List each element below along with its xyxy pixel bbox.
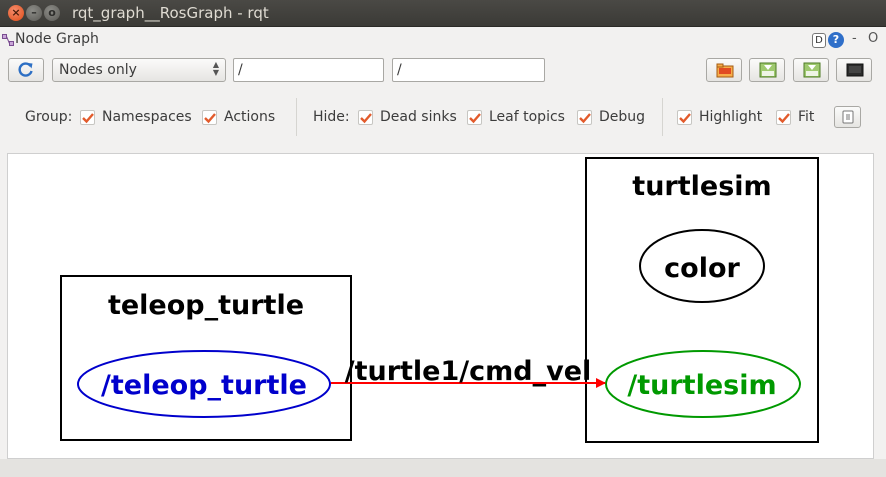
refresh-button[interactable] [8, 58, 44, 82]
help-icon[interactable]: ? [828, 32, 844, 48]
node-teleop-label: /teleop_turtle [101, 370, 307, 401]
display-mode-select[interactable]: Nodes only ▲ ▼ [52, 58, 226, 82]
window-maximize-button[interactable]: o [44, 5, 60, 21]
leaf-topics-checkbox[interactable] [467, 110, 482, 125]
window-title: rqt_graph__RosGraph - rqt [72, 4, 269, 22]
dead-sinks-checkbox[interactable] [358, 110, 373, 125]
save-image-icon [803, 62, 821, 78]
node-color-label: color [664, 253, 740, 284]
highlight-label: Highlight [699, 109, 763, 125]
fit-in-view-button[interactable] [834, 106, 861, 128]
save-image-button[interactable] [836, 58, 872, 82]
close-plugin-button[interactable]: O [868, 31, 878, 46]
load-dot-button[interactable] [706, 58, 742, 82]
edge-cmd-vel-label: /turtle1/cmd_vel [345, 356, 592, 387]
checkmark-icon [204, 113, 216, 124]
display-mode-value: Nodes only [59, 62, 137, 78]
window-close-button[interactable]: × [8, 5, 24, 21]
checkmark-icon [778, 113, 790, 124]
plugin-title: Node Graph [15, 31, 99, 47]
fit-checkbox[interactable] [776, 110, 791, 125]
checkmark-icon [360, 113, 372, 124]
save-dot-button[interactable] [749, 58, 785, 82]
separator [296, 98, 297, 136]
topic-filter-input[interactable] [392, 58, 545, 82]
plugin-header: Node Graph D ? - O [0, 28, 886, 52]
separator [662, 98, 663, 136]
help-d-button[interactable]: D [812, 33, 826, 48]
checkmark-icon [679, 113, 691, 124]
graph-canvas[interactable]: teleop_turtle /teleop_turtle turtlesim c… [7, 153, 874, 459]
hide-label: Hide: [313, 109, 350, 125]
debug-checkbox[interactable] [577, 110, 592, 125]
checkmark-icon [579, 113, 591, 124]
namespaces-label: Namespaces [102, 109, 192, 125]
highlight-checkbox[interactable] [677, 110, 692, 125]
dead-sinks-label: Dead sinks [380, 109, 457, 125]
actions-label: Actions [224, 109, 276, 125]
checkmark-icon [82, 113, 94, 124]
cluster-teleop-label: teleop_turtle [108, 290, 304, 321]
graph-svg[interactable]: teleop_turtle /teleop_turtle turtlesim c… [8, 154, 874, 459]
namespaces-checkbox[interactable] [80, 110, 95, 125]
window-titlebar: × – o rqt_graph__RosGraph - rqt [0, 0, 886, 27]
actions-checkbox[interactable] [202, 110, 217, 125]
group-label: Group: [25, 109, 73, 125]
combo-arrows-icon: ▲ ▼ [212, 60, 219, 77]
leaf-topics-label: Leaf topics [489, 109, 565, 125]
checkmark-icon [469, 113, 481, 124]
refresh-icon [18, 62, 33, 77]
node-graph-icon [2, 34, 14, 46]
open-folder-icon [716, 63, 734, 78]
save-svg-button[interactable] [793, 58, 829, 82]
screen-icon [846, 63, 864, 77]
fit-view-icon [842, 110, 854, 124]
namespace-filter-input[interactable] [233, 58, 384, 82]
debug-label: Debug [599, 109, 646, 125]
status-strip [0, 459, 886, 477]
window-minimize-button[interactable]: – [26, 5, 42, 21]
fit-label: Fit [798, 109, 815, 125]
cluster-turtlesim-label: turtlesim [632, 171, 771, 202]
save-image-icon [759, 62, 777, 78]
minimize-plugin-button[interactable]: - [852, 31, 857, 46]
node-turtlesim-label: /turtlesim [627, 370, 776, 401]
